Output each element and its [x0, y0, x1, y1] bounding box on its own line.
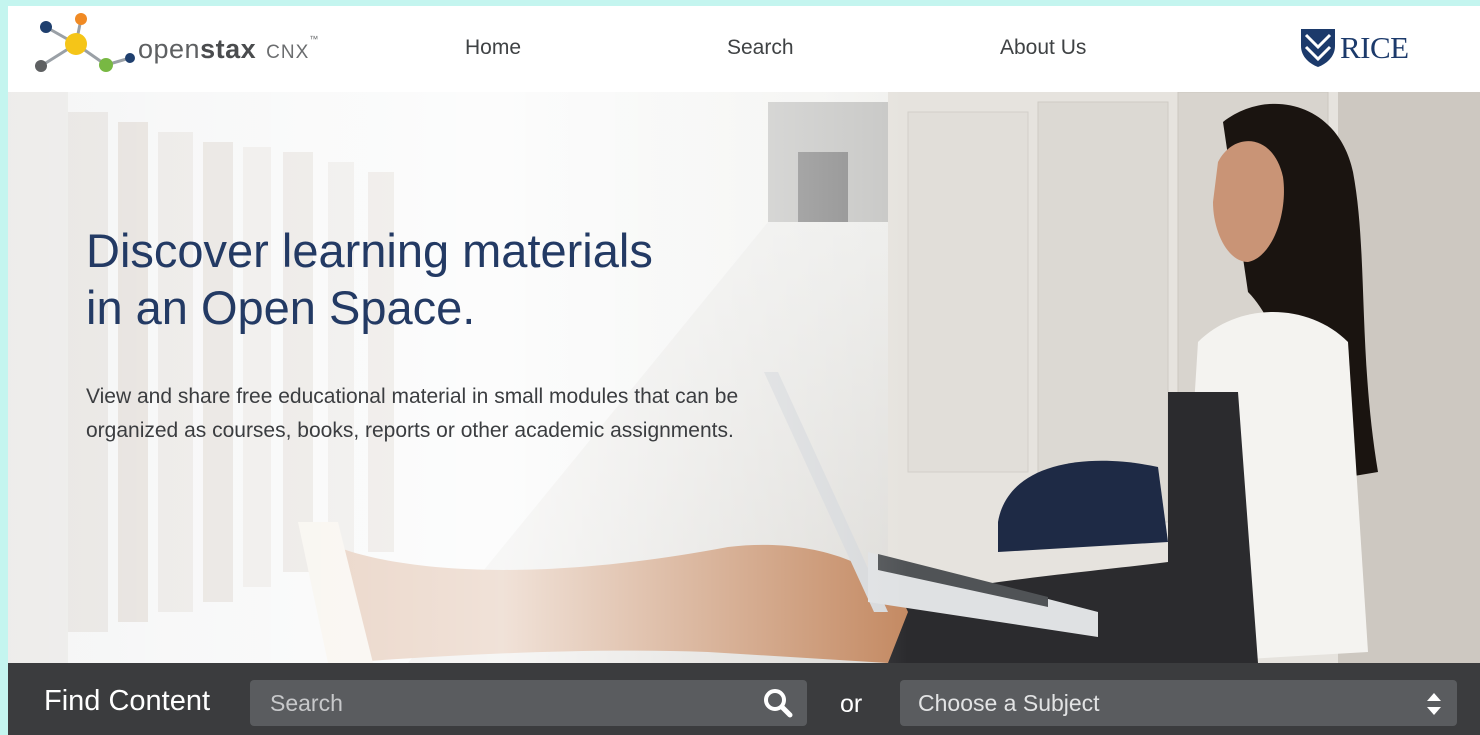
or-label: or: [840, 690, 863, 718]
subject-selected-value: Choose a Subject: [918, 690, 1100, 716]
hero-headline-line-2: in an Open Space.: [86, 281, 476, 334]
find-content-label: Find Content: [44, 685, 211, 717]
openstax-network-icon: [35, 13, 135, 72]
nav-about-us-link[interactable]: About Us: [1000, 36, 1086, 60]
search-button[interactable]: [758, 685, 798, 721]
hero-headline: Discover learning materials in an Open Sp…: [86, 222, 786, 336]
nav-home-link[interactable]: Home: [465, 36, 521, 60]
site-header: openstax CNX™ Home Search About Us RICE: [8, 6, 1480, 92]
sort-arrows-icon: [1427, 693, 1441, 715]
hero-photo-illustration: [8, 92, 1480, 663]
search-icon: [764, 689, 793, 718]
shield-icon: [1301, 29, 1335, 67]
nav-search-link[interactable]: Search: [727, 36, 794, 60]
hero-headline-line-1: Discover learning materials: [86, 224, 653, 277]
brand-wordmark: openstax CNX™: [138, 34, 319, 64]
hero-banner: Discover learning materials in an Open Sp…: [8, 92, 1480, 663]
subject-dropdown[interactable]: Choose a Subject: [900, 680, 1457, 726]
rice-wordmark: RICE: [1340, 30, 1409, 65]
find-content-bar: Find Content or Choose a Subject: [8, 663, 1480, 735]
page: openstaxCNX™ Home Search About Us RICE: [8, 6, 1480, 735]
hero-description: View and share free educational material…: [86, 385, 739, 442]
search-input[interactable]: [250, 680, 807, 726]
openstax-cnx-logo[interactable]: openstax CNX™: [32, 10, 352, 80]
